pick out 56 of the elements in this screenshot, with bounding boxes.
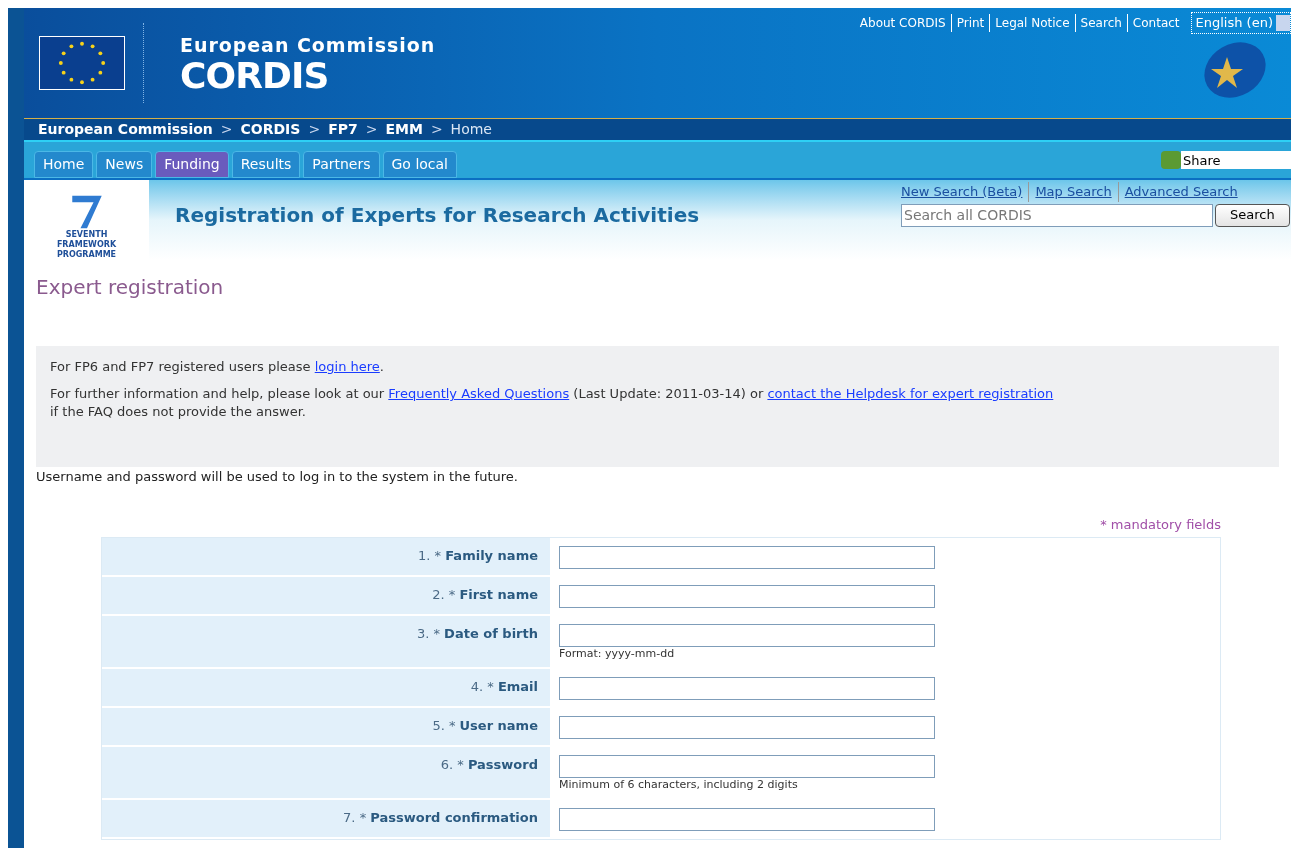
breadcrumb-current: Home	[450, 120, 492, 139]
search-link[interactable]: Advanced Search	[1117, 182, 1238, 202]
field-label: 6. * Password	[440, 756, 538, 772]
top-link[interactable]: Contact	[1126, 13, 1185, 32]
top-link[interactable]: Print	[950, 13, 990, 32]
field-label: 1. * Family name	[418, 547, 538, 563]
breadcrumb-link[interactable]: European Commission	[38, 119, 213, 140]
breadcrumb-link[interactable]: CORDIS	[240, 119, 301, 140]
info-text: For FP6 and FP7 registered users please login here.	[50, 358, 385, 376]
logo-caption: SEVENTH FRAMEWORK PROGRAMME	[55, 230, 118, 260]
info-link[interactable]: contact the Helpdesk for expert registration	[767, 386, 1054, 401]
site-name: CORDIS	[180, 58, 330, 94]
field-hint: Minimum of 6 characters, including 2 digits	[559, 777, 799, 792]
breadcrumb-link[interactable]: EMM	[385, 119, 423, 140]
search-link[interactable]: Map Search	[1028, 182, 1112, 202]
nav-tab[interactable]: News	[96, 151, 153, 178]
text-field[interactable]	[559, 545, 935, 569]
text-field[interactable]	[559, 807, 935, 831]
info-link[interactable]: login here	[314, 359, 380, 374]
page-banner-title: Registration of Experts for Research Activities	[175, 203, 700, 227]
nav-tab[interactable]: Home	[34, 151, 94, 178]
field-label: 3. * Date of birth	[416, 625, 538, 641]
info-link[interactable]: Frequently Asked Questions	[388, 386, 570, 401]
mandatory-note: * mandatory fields	[1100, 517, 1221, 532]
nav-tab[interactable]: Go local	[382, 151, 457, 178]
info-text: For further information and help, please look at our Frequently Asked Questions (Last Update: 2011-03-14) or contact the Helpdesk for expert registration if the FAQ does not provide the answer.	[50, 385, 1055, 421]
search-link[interactable]: New Search (Beta)	[901, 182, 1023, 202]
language-select[interactable]: English (en)	[1190, 12, 1291, 34]
text-field[interactable]	[559, 584, 935, 608]
breadcrumb-separator: >	[308, 120, 321, 139]
text-field[interactable]	[559, 754, 935, 778]
field-label: 5. * User name	[432, 717, 538, 733]
page-heading: Expert registration	[36, 274, 225, 301]
nav-tab[interactable]: Results	[231, 151, 301, 178]
nav-tab[interactable]: Funding	[155, 151, 229, 178]
search-field[interactable]: Search all CORDIS	[901, 203, 1213, 227]
field-label: 7. * Password confirmation	[343, 809, 538, 825]
field-label: 2. * First name	[432, 586, 538, 602]
login-note: Username and password will be used to log in to the system in the future.	[36, 469, 519, 485]
top-link[interactable]: Search	[1074, 13, 1127, 32]
share-button[interactable]: Share	[1181, 151, 1291, 169]
breadcrumb-separator: >	[365, 120, 378, 139]
top-link[interactable]: Legal Notice	[989, 13, 1075, 32]
text-field[interactable]	[559, 623, 935, 647]
nav-tab[interactable]: Partners	[303, 151, 380, 178]
text-field[interactable]	[559, 676, 935, 700]
search-button[interactable]: Search	[1215, 203, 1290, 227]
field-hint: Format: yyyy-mm-dd	[559, 646, 676, 661]
flag-logo-icon	[39, 36, 125, 90]
top-link[interactable]: About CORDIS	[854, 13, 951, 32]
org-name: European Commission	[180, 36, 436, 55]
field-label: 4. * Email	[470, 678, 538, 694]
breadcrumb-link[interactable]: FP7	[328, 119, 358, 140]
breadcrumb-separator: >	[430, 120, 443, 139]
text-field[interactable]	[559, 715, 935, 739]
breadcrumb-separator: >	[220, 120, 233, 139]
